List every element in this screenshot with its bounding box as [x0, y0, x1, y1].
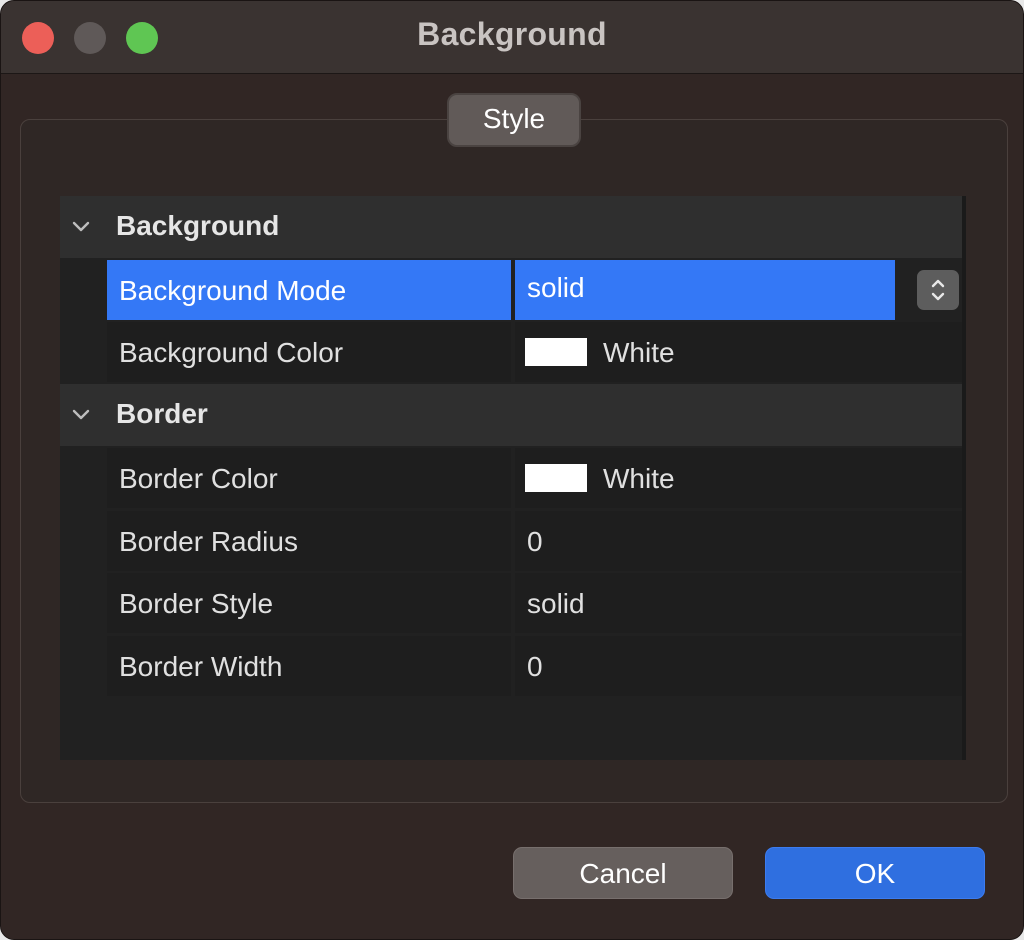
- up-down-arrows-icon: [931, 279, 945, 301]
- group-label: Border: [116, 398, 208, 429]
- dialog-window: Background Style Background Background M…: [0, 0, 1024, 940]
- property-name: Border Width: [107, 636, 511, 696]
- chevron-down-icon[interactable]: [72, 406, 90, 424]
- property-tree: Background Background Mode solid Backgro…: [60, 196, 966, 760]
- cancel-button[interactable]: Cancel: [513, 847, 733, 899]
- group-border[interactable]: Border: [60, 384, 962, 446]
- chevron-down-icon[interactable]: [72, 218, 90, 236]
- property-row-border-color[interactable]: Border Color White: [107, 448, 962, 508]
- group-label: Background: [116, 210, 280, 241]
- property-name: Border Radius: [107, 511, 511, 571]
- title-bar: Background: [1, 1, 1023, 74]
- color-swatch: [525, 338, 587, 366]
- property-row-border-radius[interactable]: Border Radius 0: [107, 511, 962, 571]
- property-name: Background Color: [107, 322, 511, 382]
- property-row-background-color[interactable]: Background Color White: [107, 322, 962, 382]
- property-row-background-mode[interactable]: Background Mode solid: [107, 260, 962, 320]
- background-mode-stepper[interactable]: [917, 270, 959, 310]
- border-radius-value[interactable]: 0: [515, 511, 962, 571]
- property-row-border-width[interactable]: Border Width 0: [107, 636, 962, 696]
- group-background[interactable]: Background: [60, 196, 962, 258]
- border-style-value[interactable]: solid: [515, 573, 962, 633]
- background-mode-select[interactable]: solid: [515, 260, 895, 320]
- ok-button[interactable]: OK: [765, 847, 985, 899]
- color-swatch: [525, 464, 587, 492]
- property-name: Background Mode: [107, 260, 511, 320]
- property-name: Border Color: [107, 448, 511, 508]
- property-row-border-style[interactable]: Border Style solid: [107, 573, 962, 633]
- color-name: White: [603, 463, 675, 494]
- border-width-value[interactable]: 0: [515, 636, 962, 696]
- background-color-value[interactable]: White: [515, 322, 962, 382]
- window-title: Background: [417, 16, 607, 52]
- property-name: Border Style: [107, 573, 511, 633]
- tab-style[interactable]: Style: [447, 93, 581, 147]
- border-color-value[interactable]: White: [515, 448, 962, 508]
- color-name: White: [603, 337, 675, 368]
